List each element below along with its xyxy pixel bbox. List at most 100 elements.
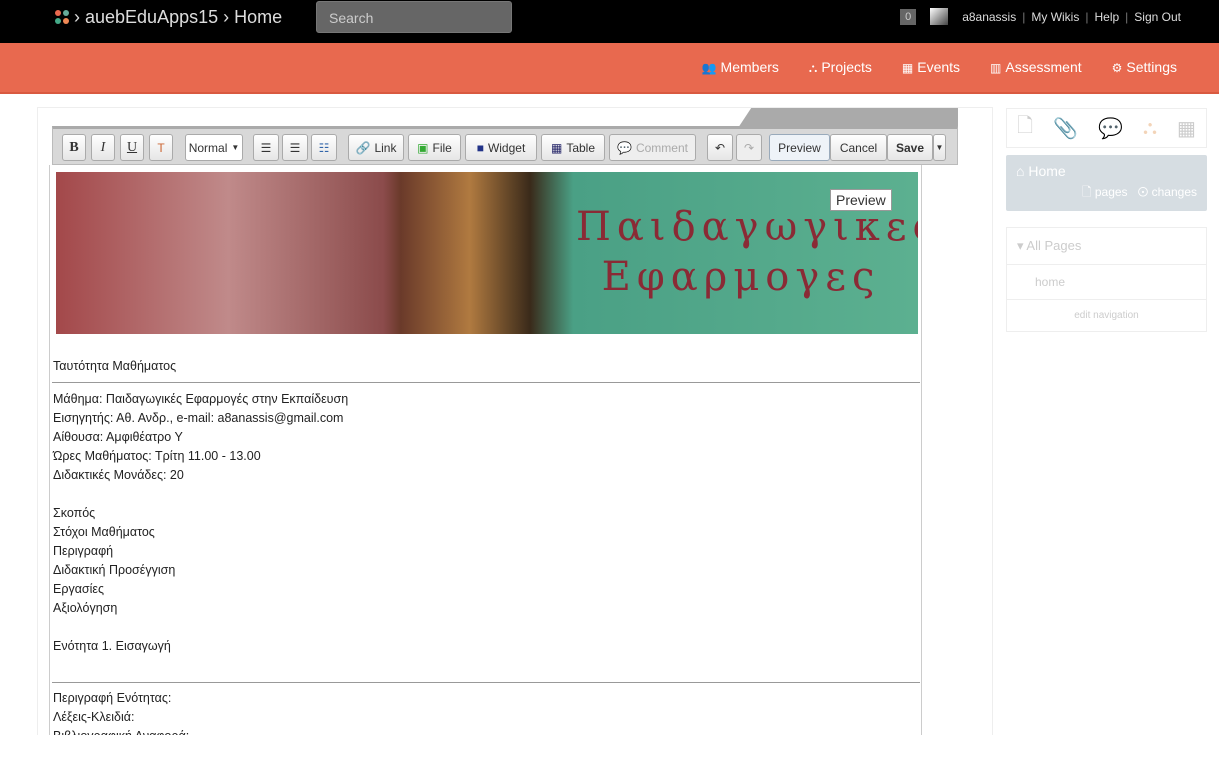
my-wikis-link[interactable]: My Wikis xyxy=(1031,10,1079,24)
search-input[interactable]: Search xyxy=(316,1,512,33)
banner-text: Παιδαγωγικες Εφαρμογες xyxy=(576,204,918,300)
text-line: Διδακτική Προσέγγιση xyxy=(53,563,176,577)
format-value: Normal xyxy=(188,140,228,155)
widget-button[interactable]: ■ Widget xyxy=(465,134,537,161)
avatar[interactable] xyxy=(930,8,949,25)
caret-down-icon: ▼ xyxy=(935,143,944,152)
sitemap-icon: ⛬ xyxy=(808,61,818,75)
divider xyxy=(52,382,920,383)
preview-tooltip: Preview xyxy=(830,189,892,211)
text-line: Στόχοι Μαθήματος xyxy=(53,525,155,539)
chart-icon: ▥ xyxy=(990,61,1002,75)
nav-projects[interactable]: ⛬ Projects xyxy=(809,59,872,76)
link-button[interactable]: 🔗 Link xyxy=(348,134,404,161)
nav-bar: 👥 Members ⛬ Projects ▦ Events ▥ Assessment ⚙… xyxy=(0,43,1219,94)
section-heading: Ταυτότητα Μαθήματος xyxy=(53,359,177,373)
sitemap-icon[interactable]: ⛬ xyxy=(1143,117,1157,140)
preview-button[interactable]: Preview xyxy=(769,134,830,161)
home-icon: ⌂ xyxy=(1016,163,1029,179)
nav-members[interactable]: 👥 Members xyxy=(702,59,779,76)
text-line: Περιγραφή xyxy=(53,544,114,558)
nav-label: Assessment xyxy=(1005,59,1082,75)
cancel-button[interactable]: Cancel xyxy=(830,134,887,161)
nav-label: Projects xyxy=(821,59,872,75)
page-tree: ▾ All Pages home edit navigation xyxy=(1006,227,1207,332)
page-bottom xyxy=(0,735,1219,783)
ordered-list-button[interactable]: ☰ xyxy=(253,134,279,161)
text-line: Αξιολόγηση xyxy=(53,601,118,615)
italic-button[interactable]: I xyxy=(91,134,115,161)
undo-button[interactable]: ↶ xyxy=(707,134,733,161)
comment-icon[interactable]: 💬 xyxy=(1098,116,1123,141)
comment-button[interactable]: 💬 Comment xyxy=(609,134,696,161)
all-pages-label: All Pages xyxy=(1026,238,1082,253)
nav-settings[interactable]: ⚙ Settings xyxy=(1112,59,1177,76)
undo-icon: ↶ xyxy=(714,140,726,155)
file-button[interactable]: ▣ File xyxy=(408,134,461,161)
text-line: Μάθημα: Παιδαγωγικές Εφαρμογές στην Εκπα… xyxy=(53,392,349,406)
calendar-icon: ▦ xyxy=(901,61,914,75)
format-select[interactable]: Normal ▼ xyxy=(185,134,243,161)
breadcrumb[interactable]: › auebEduApps15 › Home xyxy=(74,7,282,28)
bullet-list-button[interactable]: ☰ xyxy=(282,134,308,161)
save-button[interactable]: Save xyxy=(887,134,933,161)
image-icon: ▣ xyxy=(417,140,429,155)
nav-label: Events xyxy=(917,59,961,75)
help-link[interactable]: Help xyxy=(1094,10,1119,24)
text-color-button[interactable]: T xyxy=(149,134,173,161)
editor-tab xyxy=(738,108,958,128)
sign-out-link[interactable]: Sign Out xyxy=(1134,10,1181,24)
redo-icon: ↷ xyxy=(743,140,755,155)
edit-navigation-link[interactable]: edit navigation xyxy=(1007,299,1206,331)
paperclip-icon[interactable]: 📎 xyxy=(1053,116,1078,141)
nav-label: Members xyxy=(720,59,779,75)
file-label: File xyxy=(432,140,452,155)
top-bar: › auebEduApps15 › Home Search 0 a8anassi… xyxy=(0,0,1219,43)
text-line: Λέξεις-Κλειδιά: xyxy=(53,710,135,724)
sidebar: 🗋 📎 💬 ⛬ ▦ ⌂ Home 🗋 pages ⊙ changes ▾ All… xyxy=(1006,108,1207,332)
page-link-home[interactable]: home xyxy=(1007,264,1206,299)
underline-button[interactable]: U xyxy=(120,134,144,161)
divider xyxy=(52,682,920,683)
text-line: Ενότητα 1. Εισαγωγή xyxy=(53,639,171,653)
link-label: Link xyxy=(374,140,397,155)
redo-button[interactable]: ↷ xyxy=(736,134,762,161)
users-icon: 👥 xyxy=(701,61,717,75)
notification-count[interactable]: 0 xyxy=(900,8,917,25)
table-button[interactable]: ▦ Table xyxy=(541,134,605,161)
save-options-dropdown[interactable]: ▼ xyxy=(933,134,946,161)
ordered-list-icon: ☰ xyxy=(260,140,272,155)
calendar-icon[interactable]: ▦ xyxy=(1177,116,1196,141)
text-line: Εισηγητής: Αθ. Ανδρ., e-mail: a8anassis@… xyxy=(53,411,344,425)
text-line: Διδακτικές Μονάδες: 20 xyxy=(53,468,184,482)
pages-label: pages xyxy=(1094,185,1128,199)
username-link[interactable]: a8anassis xyxy=(962,10,1016,24)
home-label: Home xyxy=(1028,163,1066,179)
editor-toolbar: B I U T Normal ▼ ☰ ☰ ☷ 🔗 Link ▣ File ■ Widge… xyxy=(52,126,958,165)
home-panel: ⌂ Home 🗋 pages ⊙ changes xyxy=(1006,155,1207,211)
logo-icon[interactable] xyxy=(52,7,72,27)
widget-label: Widget xyxy=(487,140,526,155)
editor-content[interactable]: Παιδαγωγικες Εφαρμογες Preview Ταυτότητα… xyxy=(49,165,922,745)
changes-label: changes xyxy=(1151,185,1197,199)
hr-button[interactable]: ☷ xyxy=(311,134,337,161)
comment-label: Comment xyxy=(635,140,688,155)
bold-button[interactable]: B xyxy=(62,134,86,161)
page-icon[interactable]: 🗋 xyxy=(1017,111,1033,145)
nav-events[interactable]: ▦ Events xyxy=(902,59,960,76)
caret-down-icon: ▼ xyxy=(231,143,240,152)
paint-icon: T xyxy=(157,140,165,155)
gear-icon: ⚙ xyxy=(1111,61,1123,75)
pages-link[interactable]: 🗋 pages xyxy=(1082,185,1128,199)
nav-assessment[interactable]: ▥ Assessment xyxy=(990,59,1082,76)
all-pages-toggle[interactable]: ▾ All Pages xyxy=(1007,228,1206,264)
text-line: Περιγραφή Ενότητας: xyxy=(53,691,172,705)
table-icon: ▦ xyxy=(550,140,563,155)
table-label: Table xyxy=(566,140,596,155)
horizontal-rule-icon: ☷ xyxy=(318,140,330,155)
banner-image: Παιδαγωγικες Εφαρμογες Preview xyxy=(56,172,918,334)
home-link[interactable]: ⌂ Home xyxy=(1016,163,1197,179)
nav-label: Settings xyxy=(1126,59,1177,75)
changes-link[interactable]: ⊙ changes xyxy=(1138,185,1197,199)
text-line: Αίθουσα: Αμφιθέατρο Υ xyxy=(53,430,183,444)
